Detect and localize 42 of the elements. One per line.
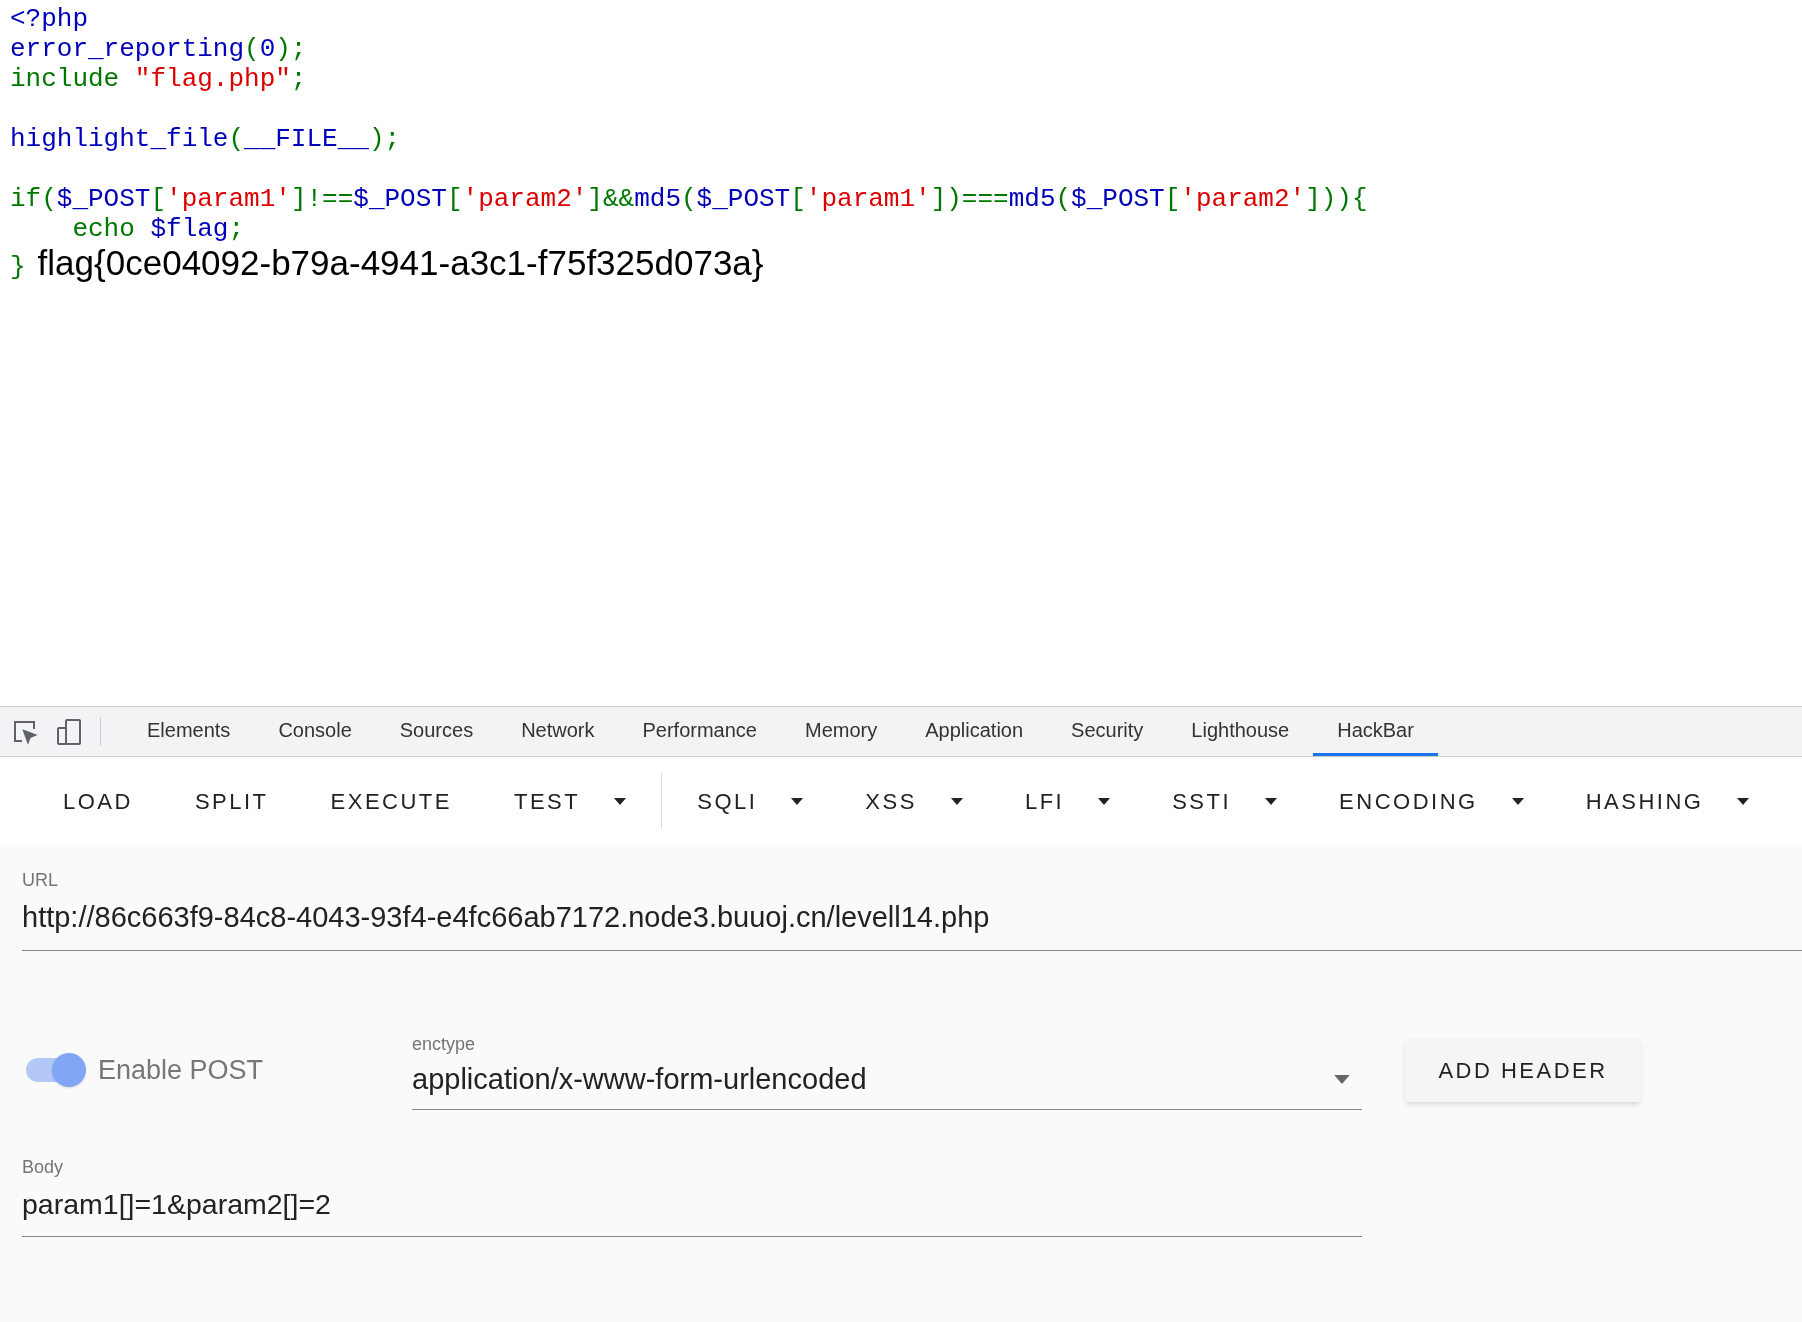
code-line: highlight_file(__FILE__); [10,124,401,154]
toolbar-button[interactable]: LFI [993,773,1142,829]
caret-icon [950,797,963,805]
devtools-tab[interactable]: Network [497,707,619,756]
caret-icon [1265,797,1278,805]
devtools-tab[interactable]: Memory [781,707,902,756]
toolbar-button[interactable]: ENCODING [1308,773,1555,829]
toolbar-button[interactable]: EXECUTE [299,773,483,829]
devtools-tab[interactable]: Application [901,707,1048,756]
code-line: error_reporting(0); [10,34,307,64]
toolbar-button[interactable]: SSTI [1141,773,1309,829]
add-header-button[interactable]: ADD HEADER [1405,1038,1641,1103]
device-icon[interactable] [56,717,82,746]
caret-icon [1334,1074,1350,1084]
devtools-tab[interactable]: Security [1047,707,1168,756]
devtools-tab[interactable]: Performance [618,707,781,756]
code-line: <?php [10,4,88,34]
caret-icon [1511,797,1524,805]
enable-post-label: Enable POST [98,1054,264,1087]
url-field[interactable]: URL http://86c663f9-84c8-4043-93f4-e4fc66ab7172.node3.buuoj.cn/levell14.php [22,867,1802,951]
devtools-tab[interactable]: Lighthouse [1167,707,1314,756]
flag-output: flag{0ce04092-b79a-4941-a3c1-f75f325d073a} [37,244,764,282]
inspect-icon[interactable] [12,718,38,745]
code-line: echo $flag; [71,214,245,244]
toolbar-button[interactable]: LOAD [32,773,164,829]
caret-icon [614,797,627,805]
body-field[interactable]: Body param1[]=1&param2[]=2 [22,1154,1362,1237]
devtools-tab[interactable]: Sources [375,707,498,756]
devtools-tab[interactable]: Console [254,707,376,756]
caret-icon [791,797,804,805]
toolbar-button[interactable]: TEST [483,773,658,829]
code-line: include "flag.php"; [10,64,307,94]
code-line: if($_POST['param1']!==$_POST['param2']&&md5($_POST['param1'])===md5($_POST['param2'])){ [10,184,1368,214]
caret-icon [1737,797,1750,805]
toolbar-button[interactable]: XSS [834,773,994,829]
toolbar-button[interactable]: SQLI [666,773,835,829]
enctype-select[interactable]: enctype application/x-www-form-urlencoded [412,1030,1362,1110]
toolbar-button[interactable]: SPLIT [163,773,300,829]
code-line: } [10,252,26,282]
toolbar-button[interactable]: HASHING [1554,773,1781,829]
caret-icon [1098,797,1111,805]
devtools-tab[interactable]: Elements [123,707,255,756]
